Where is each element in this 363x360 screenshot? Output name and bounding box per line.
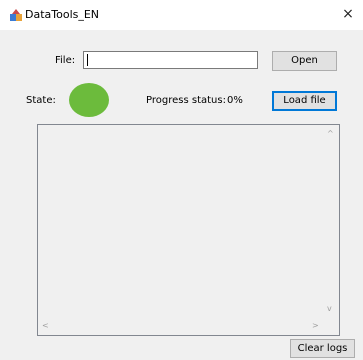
log-panel[interactable]: ^ v < > [37, 124, 340, 336]
close-icon[interactable]: × [333, 0, 363, 30]
scroll-down-icon[interactable]: v [327, 304, 332, 314]
clear-logs-button[interactable]: Clear logs [290, 339, 355, 358]
scroll-right-icon[interactable]: > [312, 321, 319, 331]
file-label: File: [55, 55, 76, 66]
text-caret [87, 54, 88, 66]
open-button[interactable]: Open [272, 51, 337, 71]
app-icon [10, 9, 22, 21]
state-label: State: [26, 95, 56, 106]
load-file-button[interactable]: Load file [272, 91, 337, 111]
progress-status-label: Progress status: [146, 95, 226, 106]
scroll-up-icon[interactable]: ^ [327, 129, 334, 139]
vertical-scrollbar[interactable]: ^ v [322, 125, 339, 318]
state-indicator [69, 83, 109, 117]
horizontal-scrollbar[interactable]: < > [38, 318, 322, 335]
file-path-input[interactable] [83, 51, 258, 69]
progress-status-value: 0% [227, 95, 243, 106]
scrollbar-corner [322, 318, 339, 335]
window-title: DataTools_EN [25, 8, 100, 21]
scroll-left-icon[interactable]: < [42, 321, 49, 331]
title-bar: DataTools_EN × [0, 0, 363, 30]
